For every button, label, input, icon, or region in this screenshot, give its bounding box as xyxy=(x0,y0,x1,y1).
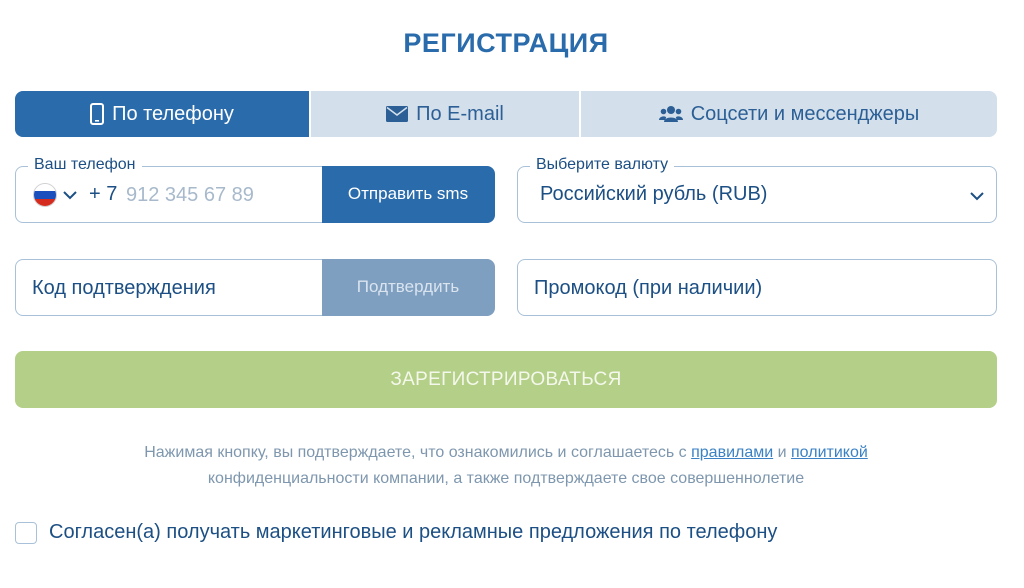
page-title: РЕГИСТРАЦИЯ xyxy=(403,28,609,58)
marketing-consent-checkbox[interactable] xyxy=(15,521,37,544)
phone-field: Ваш телефон + 7 Отправить sms xyxy=(15,156,495,223)
confirm-button[interactable]: Подтвердить xyxy=(321,258,495,316)
currency-select[interactable]: Выберите валюту Российский рубль (RUB) xyxy=(517,156,997,223)
currency-selected-value: Российский рубль (RUB) xyxy=(540,183,768,205)
tab-social-label: Соцсети и мессенджеры xyxy=(690,102,920,125)
smartphone-icon xyxy=(90,103,105,125)
phone-field-label: Ваш телефон xyxy=(28,156,142,174)
send-sms-button[interactable]: Отправить sms xyxy=(321,165,495,223)
terms-text-before: Нажимая кнопку, вы подтверждаете, что оз… xyxy=(144,444,692,461)
ru-flag-icon[interactable] xyxy=(33,183,57,207)
terms-line-1: Нажимая кнопку, вы подтверждаете, что оз… xyxy=(0,440,1012,466)
tab-phone-label: По телефону xyxy=(112,102,234,125)
policy-link[interactable]: политикой xyxy=(791,444,868,461)
phone-input[interactable] xyxy=(126,179,316,211)
users-icon xyxy=(658,105,683,123)
marketing-consent-label[interactable]: Согласен(а) получать маркетинговые и рек… xyxy=(49,521,777,544)
tab-email-label: По E-mail xyxy=(416,102,504,125)
register-button[interactable]: ЗАРЕГИСТРИРОВАТЬСЯ xyxy=(15,351,997,408)
tab-email[interactable]: По E-mail xyxy=(309,91,579,137)
terms-and: и xyxy=(773,444,792,461)
tab-social[interactable]: Соцсети и мессенджеры xyxy=(579,91,997,137)
marketing-consent: Согласен(а) получать маркетинговые и рек… xyxy=(15,521,777,544)
chevron-down-icon xyxy=(970,188,984,206)
currency-field-label: Выберите валюту xyxy=(530,156,675,174)
code-field: Подтвердить xyxy=(15,258,495,316)
tab-phone[interactable]: По телефону xyxy=(15,91,309,137)
rules-link[interactable]: правилами xyxy=(691,444,773,461)
terms-text: Нажимая кнопку, вы подтверждаете, что оз… xyxy=(0,440,1012,492)
phone-prefix: + 7 xyxy=(89,183,118,205)
confirmation-code-input[interactable] xyxy=(32,272,312,304)
envelope-icon xyxy=(386,106,409,122)
promo-field xyxy=(517,259,997,316)
registration-tabs: По телефону По E-mail Соцсети и мессендж… xyxy=(15,91,997,137)
promo-code-input[interactable] xyxy=(534,272,974,304)
chevron-down-icon[interactable] xyxy=(63,187,77,205)
terms-line-2: конфиденциальности компании, а также под… xyxy=(207,470,805,487)
